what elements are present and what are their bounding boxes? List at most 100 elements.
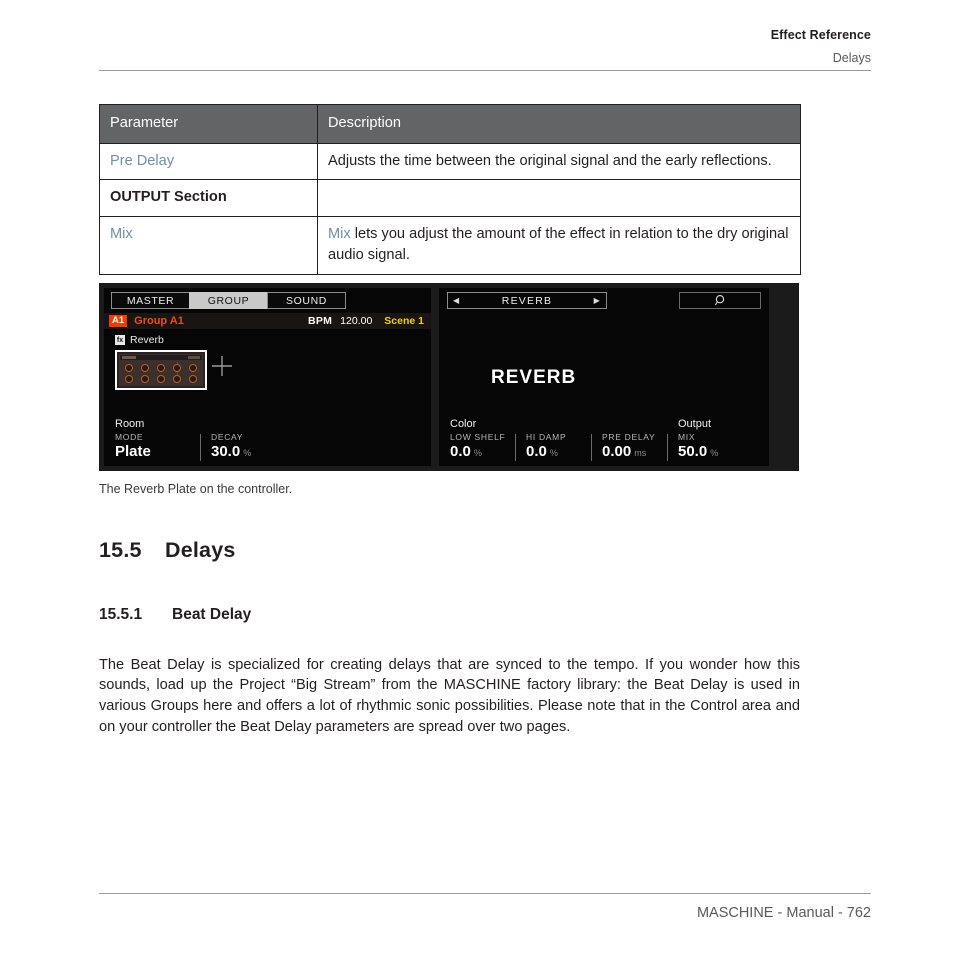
param-decay-unit: % [243,448,252,458]
knob-icon [189,363,197,372]
table-row: Pre Delay Adjusts the time between the o… [99,142,801,181]
knob-icon [189,374,197,383]
add-effect-plus-icon[interactable] [211,355,233,377]
footer-divider [99,893,871,894]
heading-beat-delay: 15.5.1 Beat Delay [99,606,251,624]
heading-delays: 15.5 Delays [99,538,236,563]
link-pre-delay[interactable]: Pre Delay [110,153,174,169]
header-subtitle: Delays [832,51,871,65]
fx-name-label: Reverb [130,334,164,346]
param-decay-label: DECAY [211,432,244,442]
param-hi-damp-number: 0.0 [526,443,547,460]
fx-header-row: fx Reverb [115,334,164,346]
header-divider [99,70,871,71]
display-tab-bar: MASTER GROUP SOUND [111,292,346,309]
body-paragraph: The Beat Delay is specialized for creati… [99,656,800,735]
plugin-thumbnail-body [119,354,203,386]
param-decay[interactable]: DECAY 30.0% [200,432,310,464]
search-button[interactable] [679,292,761,309]
controller-right-display: ◀ REVERB ▶ REVERB Color Output LOW SHELF… [439,288,769,466]
tab-sound[interactable]: SOUND [267,292,346,309]
param-hi-damp-unit: % [549,448,558,458]
param-low-shelf-label: LOW SHELF [450,432,506,442]
param-mix-unit: % [710,448,719,458]
bpm-label: BPM [307,315,333,327]
link-mix[interactable]: Mix [110,226,133,242]
param-mix[interactable]: MIX 50.0% [667,432,743,464]
knob-icon [173,363,181,372]
param-low-shelf-unit: % [473,448,482,458]
header-title: Effect Reference [770,28,871,42]
table-row: Mix Mix lets you adjust the amount of th… [99,216,801,275]
knob-icon [125,363,133,372]
section-label-color: Color [450,418,477,430]
heading-beat-delay-title: Beat Delay [172,606,252,623]
param-low-shelf[interactable]: LOW SHELF 0.0% [439,432,515,464]
param-mix-label: MIX [678,432,696,442]
knob-icon [141,363,149,372]
param-decay-number: 30.0 [211,443,241,460]
parameter-table: Parameter Description Pre Delay Adjusts … [99,104,801,275]
plugin-thumbnail-topbar [120,355,202,360]
cell-description: Adjusts the time between the original si… [317,142,801,181]
right-parameter-strip: LOW SHELF 0.0% HI DAMP 0.0% PRE DELAY 0.… [439,432,769,464]
column-header-description: Description [317,104,801,144]
cell-description-text: lets you adjust the amount of the effect… [328,226,789,263]
scene-label[interactable]: Scene 1 [384,315,424,327]
controller-left-display: MASTER GROUP SOUND A1 Group A1 BPM 120.0… [104,288,431,466]
plugin-thumbnail-knobs [121,362,201,384]
plugin-slot-thumbnail[interactable] [115,350,207,390]
cell-description: Mix lets you adjust the amount of the ef… [317,216,801,275]
group-badge: A1 [109,314,128,328]
display-info-bar: A1 Group A1 BPM 120.00 Scene 1 [104,313,431,329]
plugin-title: REVERB [491,367,577,388]
heading-delays-title: Delays [165,538,236,562]
knob-icon [173,374,181,383]
plugin-navigation-bar[interactable]: ◀ REVERB ▶ [447,292,607,309]
param-hi-damp-value: 0.0% [526,443,591,460]
knob-row [121,374,201,383]
controller-figure: MASTER GROUP SOUND A1 Group A1 BPM 120.0… [99,283,799,471]
tab-master[interactable]: MASTER [111,292,190,309]
param-pre-delay-value: 0.00 ms [602,443,667,460]
cell-parameter: Mix [99,216,318,275]
link-mix-inline[interactable]: Mix [328,226,351,242]
param-mode-value: Plate [115,443,151,460]
param-pre-delay-label: PRE DELAY [602,432,656,442]
search-icon [714,295,724,306]
group-name-label: Group A1 [134,315,184,327]
param-pre-delay-unit: ms [634,448,647,458]
param-low-shelf-value: 0.0% [450,443,515,460]
param-pre-delay-number: 0.00 [602,443,632,460]
param-hi-damp[interactable]: HI DAMP 0.0% [515,432,591,464]
chevron-left-icon[interactable]: ◀ [453,296,460,305]
footer-text: MASCHINE - Manual - 762 [696,905,871,921]
section-label-room: Room [115,418,145,430]
figure-caption: The Reverb Plate on the controller. [99,482,293,496]
tab-group[interactable]: GROUP [189,292,268,309]
param-hi-damp-label: HI DAMP [526,432,567,442]
knob-icon [125,374,133,383]
param-decay-value: 30.0% [211,443,310,460]
param-pre-delay[interactable]: PRE DELAY 0.00 ms [591,432,667,464]
cell-parameter: Pre Delay [99,142,318,181]
fx-icon: fx [115,335,125,345]
param-mode[interactable]: MODE Plate [104,432,200,464]
bpm-value[interactable]: 120.00 [340,315,372,327]
heading-beat-delay-number: 15.5.1 [99,606,143,623]
page-header: Effect Reference Delays [99,28,871,71]
param-mix-number: 50.0 [678,443,708,460]
chevron-right-icon[interactable]: ▶ [594,296,601,305]
heading-delays-number: 15.5 [99,538,142,562]
plugin-nav-label: REVERB [501,294,553,307]
knob-icon [141,374,149,383]
table-row: OUTPUT Section [99,179,801,218]
param-mix-value: 50.0% [678,443,743,460]
section-label-output: Output [678,418,712,430]
left-parameter-strip: MODE Plate DECAY 30.0% [104,432,431,464]
knob-icon [157,374,165,383]
table-header-row: Parameter Description [99,104,801,144]
cell-parameter: OUTPUT Section [99,179,318,218]
knob-row [121,363,201,372]
param-mode-label: MODE [115,432,144,442]
